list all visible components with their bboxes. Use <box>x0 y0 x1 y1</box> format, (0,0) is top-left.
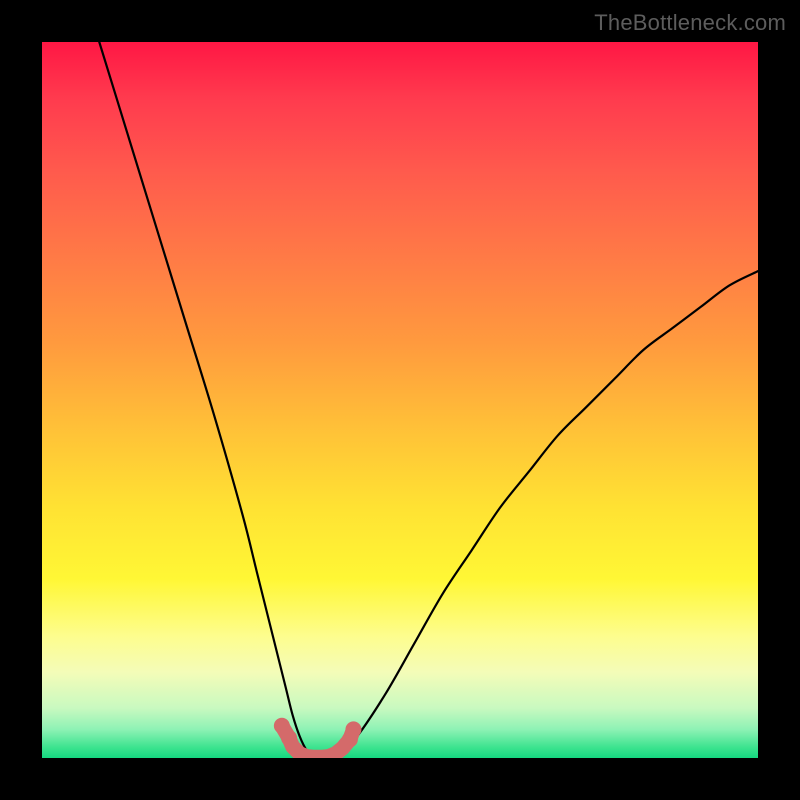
bottleneck-curve-svg <box>42 42 758 758</box>
marker-dot <box>345 721 361 737</box>
marker-group <box>274 718 362 758</box>
bottleneck-curve-path <box>99 42 758 758</box>
plot-area <box>42 42 758 758</box>
marker-dot <box>281 730 297 746</box>
chart-frame: TheBottleneck.com <box>0 0 800 800</box>
watermark-text: TheBottleneck.com <box>594 10 786 36</box>
